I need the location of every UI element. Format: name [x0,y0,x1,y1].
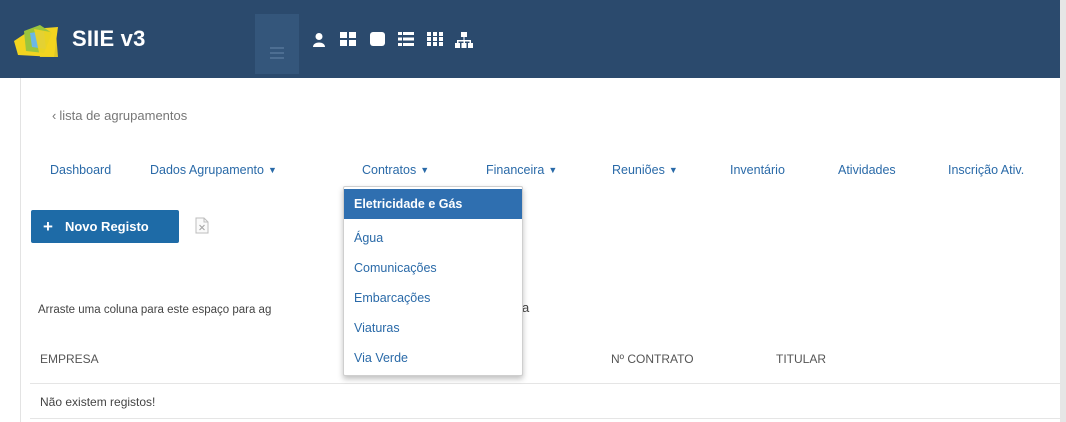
chevron-left-icon: ‹ [52,108,57,123]
menu-item-embarcacoes[interactable]: Embarcações [344,291,522,305]
column-header-empresa[interactable]: EMPRESA [40,352,99,366]
app-title[interactable]: SIIE v3 [72,26,146,52]
caret-down-icon: ▼ [420,165,430,175]
tab-financeira[interactable]: Financeira ▼ [486,163,557,177]
menu-toggle-button[interactable] [255,14,299,74]
menu-item-comunicacoes[interactable]: Comunicações [344,261,522,275]
tab-dados-agrupamento[interactable]: Dados Agrupamento ▼ [150,163,277,177]
tab-label: Dashboard [50,163,112,177]
tab-label: Contratos [362,163,417,177]
grouping-drop-hint[interactable]: Arraste uma coluna para este espaço para… [38,304,271,316]
tab-label: Reuniões [612,163,665,177]
tab-reunioes[interactable]: Reuniões ▼ [612,163,678,177]
tab-label: Atividades [838,163,896,177]
menu-item-via-verde[interactable]: Via Verde [344,351,522,365]
empty-state-message: Não existem registos! [40,395,156,409]
new-record-button[interactable]: + Novo Registo [31,210,179,243]
tab-contratos[interactable]: Contratos ▼ [362,163,429,177]
column-header-titular[interactable]: TITULAR [776,352,826,366]
caret-down-icon: ▼ [267,165,277,175]
tab-label: Inventário [730,163,785,177]
table-icon[interactable] [424,30,446,52]
contratos-dropdown-menu: Eletricidade e Gás Água Comunicações Emb… [343,186,523,376]
content-panel [20,78,1060,422]
sitemap-icon[interactable] [453,30,475,52]
tab-inventario[interactable]: Inventário [730,163,785,177]
grouping-hint-tail: a [522,300,530,315]
tab-label: Financeira [486,163,545,177]
menu-icon [270,47,284,59]
grid-bottom-divider [30,418,1060,419]
export-excel-icon[interactable] [195,217,209,234]
header-divider [30,383,1060,384]
square-icon[interactable] [366,30,388,52]
menu-item-agua[interactable]: Água [344,231,522,245]
menu-item-viaturas[interactable]: Viaturas [344,321,522,335]
list-icon[interactable] [395,30,417,52]
back-to-list-link[interactable]: ‹ lista de agrupamentos [52,108,187,123]
back-link-label: lista de agrupamentos [59,108,188,123]
tab-dashboard[interactable]: Dashboard [50,163,111,177]
grid-icon[interactable] [337,30,359,52]
caret-down-icon: ▼ [668,165,678,175]
top-navbar: SIIE v3 [0,0,1066,78]
new-record-label: Novo Registo [64,219,149,234]
tab-label: Dados Agrupamento [150,163,264,177]
plus-icon: + [43,217,53,236]
tab-label: Inscrição Ativ. [948,163,1025,177]
menu-item-eletricidade-gas[interactable]: Eletricidade e Gás [344,189,522,219]
app-logo-icon[interactable] [14,23,60,59]
page-edge [1060,0,1066,422]
tab-atividades[interactable]: Atividades [838,163,896,177]
caret-down-icon: ▼ [548,165,558,175]
user-icon[interactable] [308,30,330,52]
tab-inscricao-ativ[interactable]: Inscrição Ativ. [948,163,1024,177]
column-header-numero-contrato[interactable]: Nº CONTRATO [611,352,694,366]
